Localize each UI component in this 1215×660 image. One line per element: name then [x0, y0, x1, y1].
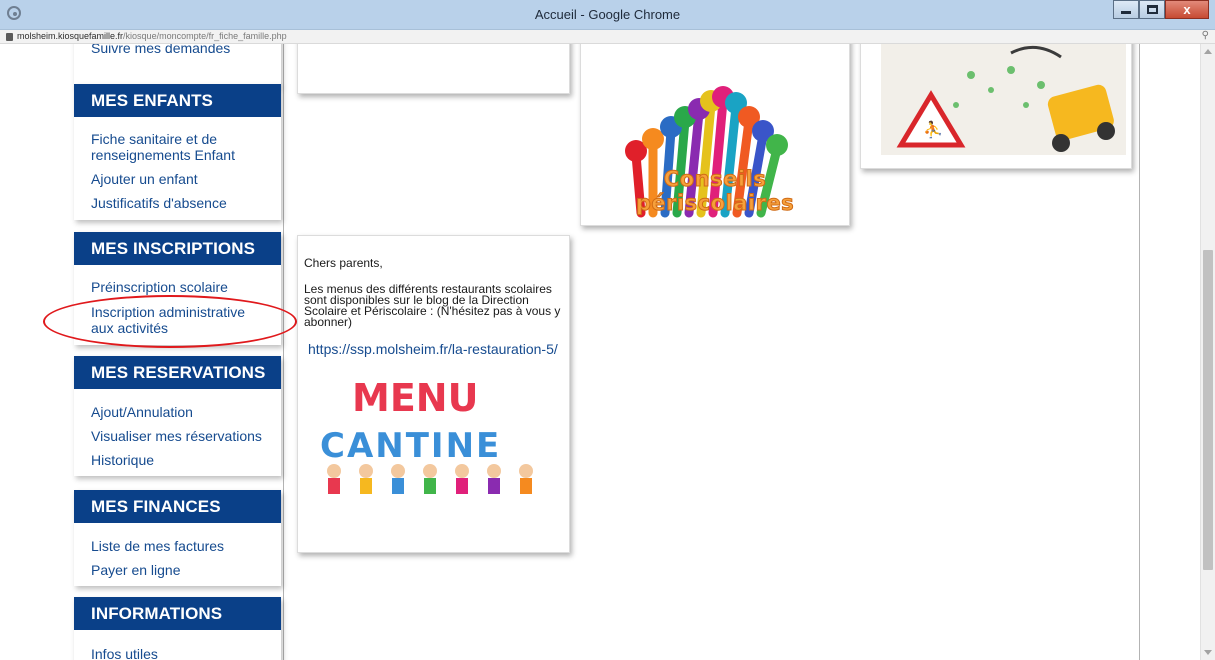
url-path: /kiosque/moncompte/fr_fiche_famille.php [123, 31, 287, 41]
content-card-top [297, 44, 570, 94]
section-title: INFORMATIONS [74, 597, 281, 630]
menu-art-word-1: MENU [352, 376, 478, 420]
highlight-ellipse [43, 295, 297, 348]
card-menus-cantine: Chers parents, Les menus des différents … [297, 235, 570, 553]
road-safety-illustration: ⛹ [881, 44, 1126, 155]
sidebar-section-finances: MES FINANCES Liste de mes factures Payer… [74, 490, 281, 586]
scroll-up-arrow-icon[interactable] [1204, 49, 1212, 54]
card-securite-routiere[interactable]: ⛹ [860, 44, 1132, 169]
sidebar-link-ajout-annulation[interactable]: Ajout/Annulation [91, 404, 281, 420]
menus-description: Les menus des différents restaurants sco… [304, 282, 561, 329]
page-viewport: Suivre mes demandes MES ENFANTS Fiche sa… [0, 44, 1215, 660]
url-host: molsheim.kiosquefamille.fr [17, 31, 124, 41]
sidebar-section-informations: INFORMATIONS Infos utiles [74, 597, 281, 660]
menus-greeting: Chers parents, [304, 256, 383, 270]
sidebar-link-payer-en-ligne[interactable]: Payer en ligne [91, 562, 281, 578]
maximize-button[interactable] [1139, 0, 1165, 19]
window-title: Accueil - Google Chrome [534, 7, 681, 22]
section-title: MES ENFANTS [74, 84, 281, 117]
close-icon: x [1183, 2, 1191, 17]
sidebar-link-preinscription[interactable]: Préinscription scolaire [91, 279, 281, 295]
sidebar-section-enfants: MES ENFANTS Fiche sanitaire et de rensei… [74, 84, 281, 220]
section-title: MES RESERVATIONS [74, 356, 281, 389]
scroll-down-arrow-icon[interactable] [1204, 650, 1212, 655]
sidebar-link-justificatifs[interactable]: Justificatifs d'absence [91, 195, 281, 211]
sidebar-link-historique[interactable]: Historique [91, 452, 281, 468]
svg-text:⛹: ⛹ [923, 120, 943, 139]
url-text[interactable]: molsheim.kiosquefamille.fr/kiosque/monco… [17, 31, 287, 41]
address-bar[interactable]: molsheim.kiosquefamille.fr/kiosque/monco… [0, 30, 1215, 44]
menu-cantine-illustration: MENU CANTINE [320, 376, 533, 494]
minimize-button[interactable] [1113, 0, 1139, 19]
restauration-link[interactable]: https://ssp.molsheim.fr/la-restauration-… [308, 341, 569, 357]
section-title: MES INSCRIPTIONS [74, 232, 281, 265]
menu-art-word-2: CANTINE [320, 426, 501, 466]
sidebar-link-suivre-demandes[interactable]: Suivre mes demandes [91, 44, 281, 56]
sidebar-link-fiche-sanitaire[interactable]: Fiche sanitaire et de renseignements Enf… [91, 131, 261, 163]
sidebar-card-demandes: Suivre mes demandes [74, 44, 281, 86]
conseils-periscolaires-label: Conseils périscolaires [635, 167, 795, 216]
maximize-icon [1146, 5, 1158, 14]
sidebar-link-visualiser-reservations[interactable]: Visualiser mes réservations [91, 428, 281, 444]
zoom-icon[interactable]: ⚲ [1202, 30, 1209, 41]
browser-titlebar: Accueil - Google Chrome x [0, 0, 1215, 30]
minimize-icon [1121, 11, 1131, 14]
sidebar-link-liste-factures[interactable]: Liste de mes factures [91, 538, 281, 554]
section-title: MES FINANCES [74, 490, 281, 523]
scrollbar-thumb[interactable] [1203, 250, 1213, 570]
card-conseils-periscolaires[interactable]: Conseils périscolaires [580, 44, 850, 226]
lock-icon [6, 33, 13, 41]
page-scrollbar[interactable] [1200, 44, 1215, 660]
window-controls: x [1113, 0, 1209, 21]
sidebar-section-reservations: MES RESERVATIONS Ajout/Annulation Visual… [74, 356, 281, 476]
close-button[interactable]: x [1165, 0, 1209, 19]
sidebar-link-ajouter-enfant[interactable]: Ajouter un enfant [91, 171, 281, 187]
sidebar-link-infos-utiles[interactable]: Infos utiles [91, 646, 281, 660]
